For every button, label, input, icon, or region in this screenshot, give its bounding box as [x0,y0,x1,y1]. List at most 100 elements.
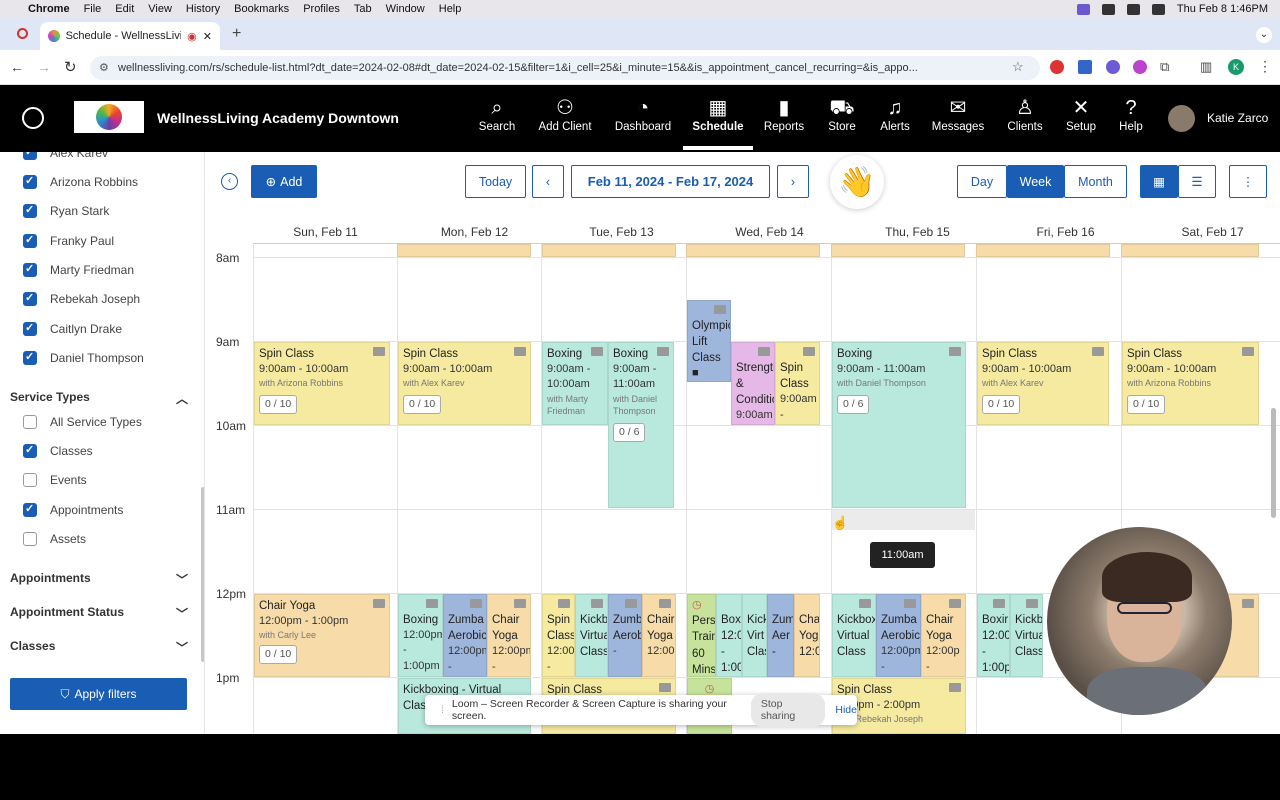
event-partial[interactable] [976,244,1110,257]
filter-classes[interactable]: Classes [23,443,93,458]
battery-icon[interactable] [1126,3,1140,15]
back-icon[interactable]: ← [10,59,24,75]
search-icon[interactable] [1151,3,1165,15]
day-header-thu[interactable]: Thu, Feb 15 [845,225,990,239]
close-tab-icon[interactable]: ✕ [203,30,212,43]
view-week-button[interactable]: Week [1007,165,1064,198]
menu-profiles[interactable]: Profiles [303,3,340,15]
event-wed-olympic-lift[interactable]: Olympic Lift Class ■ [687,300,731,382]
filter-staff-ryan-stark[interactable]: Ryan Stark [23,203,109,218]
checkbox[interactable] [23,443,37,458]
event-partial[interactable] [397,244,531,257]
view-day-button[interactable]: Day [957,165,1007,198]
hide-link[interactable]: Hide [835,704,857,716]
nav-dashboard[interactable]: ◔ Dashboard [608,95,678,133]
drag-handle-icon[interactable]: ⁞ [441,704,444,716]
business-logo[interactable] [74,101,144,133]
event-thu-kickboxing[interactable]: Kickbox Virtual Class [832,594,876,677]
checkbox[interactable] [23,152,37,160]
filter-appointments[interactable]: Appointments [23,502,123,517]
checkbox[interactable] [23,350,37,365]
section-appointment-status[interactable]: Appointment Status ﹀ [10,605,188,622]
wave-emoji-button[interactable]: 👋 [830,155,884,209]
menu-edit[interactable]: Edit [115,3,134,15]
tab-menu-chevron-icon[interactable]: ⌄ [1256,27,1272,43]
event-partial[interactable] [542,244,676,257]
calendar-scrollbar[interactable] [1271,408,1276,518]
hover-slot[interactable] [832,510,975,530]
nav-alerts[interactable]: ♫ Alerts [860,95,930,133]
browser-menu-icon[interactable]: ⋮ [1258,58,1272,75]
menu-help[interactable]: Help [439,3,462,15]
event-partial[interactable] [1121,244,1259,257]
event-partial[interactable] [686,244,820,257]
collapse-sidebar-icon[interactable]: ‹ [221,173,238,190]
apply-filters-button[interactable]: ⛉ Apply filters [10,678,187,710]
event-partial[interactable] [831,244,965,257]
profile-avatar[interactable]: K [1228,59,1244,75]
menu-view[interactable]: View [148,3,172,15]
screen-record-icon[interactable] [1076,3,1090,15]
nav-schedule[interactable]: ▦ Schedule [683,95,753,150]
more-options-button[interactable]: ⋮ [1229,165,1267,198]
event-thu-zumba[interactable]: Zumba Aerobic 12:00pm - [876,594,921,677]
clock[interactable]: Thu Feb 8 1:46PM [1177,3,1268,15]
filter-staff-rebekah-joseph[interactable]: Rebekah Joseph [23,291,140,306]
nav-messages[interactable]: ✉ Messages [923,95,993,133]
extension-icon[interactable] [1133,60,1147,74]
extension-icon[interactable] [1106,60,1120,74]
menu-window[interactable]: Window [386,3,425,15]
checkbox[interactable] [23,291,37,306]
prev-week-button[interactable]: ‹ [532,165,564,198]
reload-icon[interactable]: ↻ [64,58,77,76]
list-view-toggle[interactable]: ☰ [1178,165,1216,198]
section-service-types[interactable]: Service Types ︿ [10,390,188,407]
filter-staff-daniel-thompson[interactable]: Daniel Thompson [23,350,144,365]
event-wed-strength[interactable]: Strength & Conditio 9:00am [731,342,775,425]
menu-history[interactable]: History [186,3,220,15]
filter-all-service-types[interactable]: All Service Types [23,415,142,429]
menu-tab[interactable]: Tab [354,3,372,15]
bookmark-star-icon[interactable]: ☆ [1012,59,1024,75]
checkbox[interactable] [23,415,37,429]
event-tue-spin[interactable]: Spin Class 12:00pm - [542,594,575,677]
filter-staff-alex-karev[interactable]: Alex Karev [23,152,108,160]
event-tue-zumba[interactable]: Zumb Aerob - [608,594,642,677]
day-header-sat[interactable]: Sat, Feb 17 [1140,225,1280,239]
side-panel-icon[interactable]: ▥ [1200,59,1212,75]
section-classes[interactable]: Classes ﹀ [10,639,188,656]
checkbox[interactable] [23,502,37,517]
event-wed-spin-class[interactable]: Spin Class 9:00am - [775,342,820,425]
sidebar-scrollbar[interactable] [201,487,204,662]
event-sun-spin-class[interactable]: Spin Class 9:00am - 10:00am with Arizona… [254,342,390,425]
menu-app-name[interactable]: Chrome [28,3,70,15]
event-tue-boxing-1[interactable]: Boxing 9:00am - 10:00am with Marty Fried… [542,342,608,425]
add-button[interactable]: ⊕ Add [251,165,317,198]
checkbox[interactable] [23,262,37,277]
calendar-view-toggle[interactable]: ▦ [1140,165,1178,198]
checkbox[interactable] [23,203,37,218]
extension-loom-icon[interactable] [1050,60,1064,74]
filter-staff-caitlyn-drake[interactable]: Caitlyn Drake [23,321,122,336]
day-header-fri[interactable]: Fri, Feb 16 [993,225,1138,239]
event-mon-chair-yoga[interactable]: Chair Yoga 12:00pm - [487,594,531,677]
event-fri-boxing[interactable]: Boxir 12:00 - 1:00p [977,594,1010,677]
stop-sharing-button[interactable]: Stop sharing [750,693,826,727]
today-button[interactable]: Today [465,165,526,198]
day-header-mon[interactable]: Mon, Feb 12 [402,225,547,239]
event-sun-chair-yoga[interactable]: Chair Yoga 12:00pm - 1:00pm with Carly L… [254,594,390,677]
user-name[interactable]: Katie Zarco [1207,111,1268,125]
avatar[interactable] [1168,105,1195,132]
checkbox[interactable] [23,473,37,487]
event-thu-boxing[interactable]: Boxing 9:00am - 11:00am with Daniel Thom… [832,342,966,508]
event-wed-boxing[interactable]: Box 12:0 - 1:00 [716,594,742,677]
day-header-tue[interactable]: Tue, Feb 13 [549,225,694,239]
event-fri-spin-class[interactable]: Spin Class 9:00am - 10:00am with Alex Ka… [977,342,1109,425]
filter-staff-marty-friedman[interactable]: Marty Friedman [23,262,134,277]
day-header-sun[interactable]: Sun, Feb 11 [253,225,398,239]
event-wed-kickboxing[interactable]: Kick Virt Clas [742,594,767,677]
menu-flower-icon[interactable] [22,107,44,129]
checkbox[interactable] [23,233,37,248]
event-sat-spin-class[interactable]: Spin Class 9:00am - 10:00am with Arizona… [1122,342,1259,425]
event-tue-boxing-2[interactable]: Boxing 9:00am - 11:00am with Daniel Thom… [608,342,674,508]
